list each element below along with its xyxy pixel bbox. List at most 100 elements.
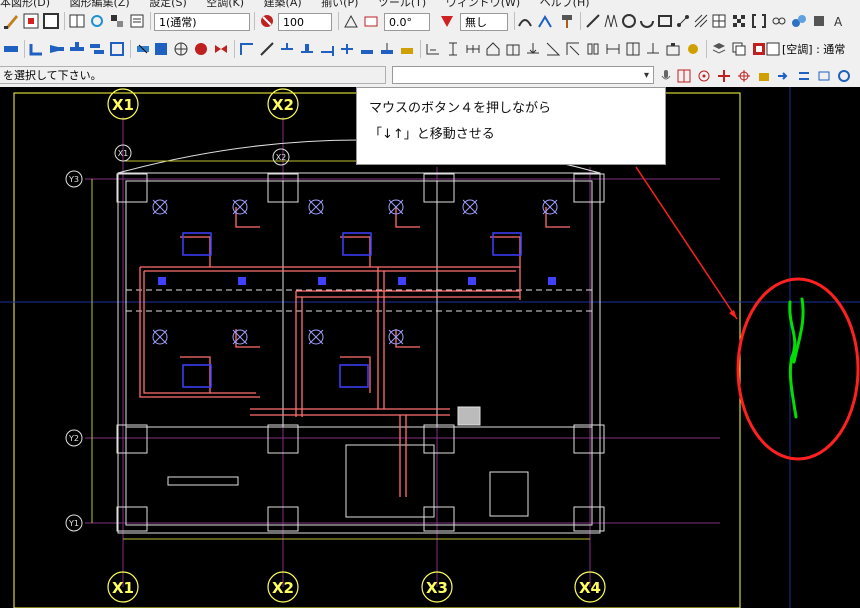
layer-select[interactable]: 1(通常) xyxy=(154,13,250,42)
pipe-riser-icon[interactable] xyxy=(298,39,316,59)
measure-icon[interactable] xyxy=(516,11,534,31)
pipe-end-icon[interactable] xyxy=(318,39,336,59)
chevron-down-icon[interactable]: ▾ xyxy=(644,67,649,85)
microphone-icon[interactable] xyxy=(658,66,674,86)
grille-icon[interactable] xyxy=(152,39,170,59)
pipe-union-icon[interactable] xyxy=(358,39,376,59)
line-icon[interactable] xyxy=(584,11,602,31)
line-type-select[interactable]: 100 xyxy=(278,13,332,31)
duct-reducer-icon[interactable] xyxy=(48,39,66,59)
dim-room-icon[interactable] xyxy=(504,39,522,59)
rectangle-icon[interactable] xyxy=(656,11,674,31)
cross-snap-icon[interactable] xyxy=(736,66,752,86)
settings-snap-icon[interactable] xyxy=(836,66,852,86)
menu-item-hvac[interactable]: 空調(K) xyxy=(206,0,244,8)
pen-icon[interactable] xyxy=(2,11,22,31)
rotate-icon[interactable] xyxy=(362,11,380,31)
pump-icon[interactable] xyxy=(192,39,210,59)
fill-select[interactable]: 無し xyxy=(460,13,508,31)
snap-point-icon[interactable] xyxy=(696,66,712,86)
svg-text:A: A xyxy=(834,15,843,29)
layer-manager-icon[interactable] xyxy=(710,39,728,59)
node-icon[interactable] xyxy=(674,11,692,31)
menu-item-window[interactable]: ウィンドウ(W) xyxy=(446,0,520,8)
polyline-icon[interactable] xyxy=(602,11,620,31)
bracket-icon[interactable] xyxy=(750,11,768,31)
group-icon[interactable] xyxy=(790,11,808,31)
dim-house-icon[interactable] xyxy=(484,39,502,59)
layer-icon[interactable] xyxy=(108,11,126,31)
grid-label-x2-small: X2 xyxy=(276,153,287,162)
pipe-icon[interactable] xyxy=(238,39,256,59)
pipe-branch-icon[interactable] xyxy=(278,39,296,59)
hammer-icon[interactable] xyxy=(558,11,576,31)
angle-icon[interactable] xyxy=(342,11,360,31)
pipe-slope-icon[interactable] xyxy=(258,39,276,59)
object-snap-icon[interactable] xyxy=(756,66,772,86)
menu-item-tools[interactable]: ツール(T) xyxy=(378,0,426,8)
pipe-support-icon[interactable] xyxy=(378,39,396,59)
fan-icon[interactable] xyxy=(172,39,190,59)
grid-icon[interactable] xyxy=(22,11,40,31)
snap-icon[interactable] xyxy=(88,11,106,31)
menu-item-align[interactable]: 揃い(P) xyxy=(321,0,358,8)
table-icon[interactable] xyxy=(710,11,728,31)
dim-chain-icon[interactable] xyxy=(464,39,482,59)
duct-fitting-icon[interactable] xyxy=(108,39,126,59)
grid-label-y1: Y1 xyxy=(68,519,79,528)
dim-icon[interactable] xyxy=(424,39,442,59)
dim-box-icon[interactable] xyxy=(664,39,682,59)
dim-level-icon[interactable] xyxy=(524,39,542,59)
dim-span-icon[interactable] xyxy=(644,39,662,59)
dim-angle-icon[interactable] xyxy=(544,39,562,59)
text-tool-icon[interactable]: A xyxy=(830,11,848,31)
damper-icon[interactable] xyxy=(134,39,152,59)
line-weight-icon[interactable] xyxy=(258,11,276,31)
symbol-icon[interactable] xyxy=(684,39,702,59)
valve-icon[interactable] xyxy=(212,39,230,59)
hatch-icon[interactable] xyxy=(692,11,710,31)
pattern-icon[interactable] xyxy=(730,11,748,31)
arc-icon[interactable] xyxy=(638,11,656,31)
grid-label-y2: Y2 xyxy=(68,434,79,443)
menu-item-help[interactable]: ヘルプ(H) xyxy=(540,0,590,8)
menu-item-settings[interactable]: 設定(S) xyxy=(149,0,187,8)
duct-tee-icon[interactable] xyxy=(68,39,86,59)
measure-snap-icon[interactable] xyxy=(816,66,832,86)
duct-tool-icon[interactable] xyxy=(2,39,20,59)
menu-item-architecture[interactable]: 建築(A) xyxy=(264,0,302,8)
print-icon[interactable] xyxy=(128,11,146,31)
arrow-snap-icon[interactable] xyxy=(776,66,792,86)
dim-range-icon[interactable] xyxy=(604,39,622,59)
dim-grid-icon[interactable] xyxy=(624,39,642,59)
copy-layer-icon[interactable] xyxy=(730,39,748,59)
link-icon[interactable] xyxy=(770,11,788,31)
toolbar-primary: 1(通常) 100 0.0° 無し A xyxy=(0,8,860,42)
transfer-icon[interactable] xyxy=(796,66,812,86)
frame-icon[interactable] xyxy=(42,11,60,31)
snap-grid-icon[interactable] xyxy=(676,66,692,86)
duct-runs xyxy=(139,207,570,497)
dim-elevation-icon[interactable] xyxy=(564,39,582,59)
prompt-text: を選択して下さい。 xyxy=(3,69,102,82)
menu-item-edit[interactable]: 図形編集(Z) xyxy=(70,0,130,8)
curve-icon[interactable] xyxy=(536,11,554,31)
callout-line-1: マウスのボタン４を押しながら xyxy=(369,101,552,116)
duct-bend-icon[interactable] xyxy=(28,39,46,59)
circle-icon[interactable] xyxy=(620,11,638,31)
fill-icon[interactable] xyxy=(438,11,456,31)
pipe-flange-icon[interactable] xyxy=(338,39,356,59)
mode-toggle-icon[interactable] xyxy=(752,39,780,59)
command-input[interactable]: ▾ xyxy=(392,66,654,84)
stamp-icon[interactable] xyxy=(810,11,828,31)
dim-vertical-icon[interactable] xyxy=(444,39,462,59)
menu-item-draw[interactable]: 本図形(D) xyxy=(0,0,50,8)
ortho-icon[interactable] xyxy=(716,66,732,86)
angle-input[interactable]: 0.0° xyxy=(384,13,430,31)
dim-column-icon[interactable] xyxy=(584,39,602,59)
duct-branch-icon[interactable] xyxy=(88,39,106,59)
pipe-sleeve-icon[interactable] xyxy=(398,39,416,59)
drawing-canvas[interactable]: X1 X2 X1 X2 X3 X4 X1 X2 Y3 Y2 Y1 xyxy=(0,87,860,608)
instruction-callout: マウスのボタン４を押しながら 「↓↑」と移動させる xyxy=(356,87,666,165)
window-icon[interactable] xyxy=(68,11,86,31)
